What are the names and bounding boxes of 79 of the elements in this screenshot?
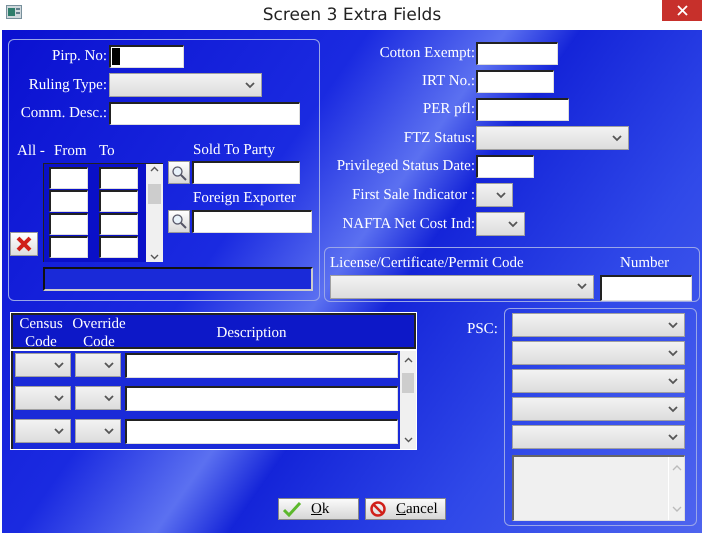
chevron-down-icon: [104, 428, 114, 434]
check-icon: [283, 501, 301, 517]
scrollbar-thumb[interactable]: [148, 184, 161, 204]
input-field[interactable]: [49, 166, 88, 188]
column-header: Override Code: [71, 315, 127, 347]
chevron-down-icon: [668, 406, 678, 412]
chevron-down-icon: [577, 283, 587, 290]
field-label: FTZ Status:: [402, 128, 476, 148]
scrollbar[interactable]: [146, 164, 163, 262]
field-label: Ruling Type:: [28, 76, 108, 95]
search-button[interactable]: [168, 161, 190, 184]
chevron-down-icon: [668, 350, 678, 356]
app-icon: [6, 5, 22, 19]
close-icon: [676, 5, 688, 16]
column-header: Census Code: [18, 315, 64, 347]
field-label: Privileged Status Date:: [336, 157, 476, 176]
field-label: Comm. Desc.:: [20, 104, 108, 124]
chevron-down-icon: [245, 82, 255, 88]
dropdown[interactable]: [330, 274, 594, 298]
chevron-down-icon: [668, 378, 678, 384]
chevron-down-icon: [54, 394, 64, 402]
dropdown[interactable]: [476, 183, 513, 207]
field-label: PER pfl:: [422, 100, 476, 120]
field-label: First Sale Indicator :: [351, 186, 476, 205]
cross-icon: [16, 236, 32, 252]
chevron-down-icon: [612, 134, 622, 142]
chevron-down-icon: [104, 362, 114, 368]
input-field[interactable]: [192, 161, 300, 184]
input-field[interactable]: [192, 210, 312, 232]
description-field[interactable]: [125, 386, 398, 411]
input-field[interactable]: [600, 274, 692, 300]
window-title: Screen 3 Extra Fields: [262, 4, 442, 27]
cancel-button[interactable]: Cancel: [365, 498, 446, 520]
chevron-down-icon: [54, 428, 64, 434]
field-label: Cotton Exempt:: [378, 44, 476, 64]
input-field[interactable]: [99, 190, 138, 212]
input-field[interactable]: [49, 190, 88, 212]
column-label: Number: [620, 254, 670, 273]
field-label: IRT No.:: [421, 72, 476, 92]
input-field[interactable]: [476, 70, 554, 93]
chevron-up-icon[interactable]: [150, 166, 159, 172]
input-field[interactable]: [99, 212, 138, 234]
chevron-down-icon: [496, 192, 506, 198]
scrollbar-thumb[interactable]: [402, 373, 414, 393]
delete-button[interactable]: [10, 232, 38, 256]
psc-label: PSC:: [467, 320, 499, 339]
chevron-down-icon[interactable]: [404, 437, 412, 443]
input-field[interactable]: [109, 45, 184, 68]
input-field[interactable]: [49, 212, 88, 234]
chevron-down-icon: [668, 434, 678, 440]
input-field[interactable]: [99, 166, 138, 188]
chevron-down-icon: [508, 220, 518, 228]
input-field[interactable]: [476, 155, 534, 178]
description-field[interactable]: [125, 353, 398, 378]
no-entry-icon: [370, 501, 386, 517]
column-label: To: [99, 142, 116, 161]
input-field[interactable]: [49, 236, 88, 258]
description-field[interactable]: [125, 419, 398, 444]
column-header: Description: [216, 324, 288, 343]
ok-button[interactable]: Ok: [278, 498, 359, 520]
input-field[interactable]: [476, 42, 558, 65]
chevron-down-icon: [54, 362, 64, 368]
column-label: From: [54, 142, 88, 161]
search-button[interactable]: [168, 210, 190, 232]
chevron-down-icon: [668, 322, 678, 328]
field-label: NAFTA Net Cost Ind:: [341, 214, 476, 234]
input-field[interactable]: [476, 98, 569, 121]
field-label: Foreign Exporter: [193, 189, 297, 208]
field-label: Sold To Party: [193, 140, 276, 160]
chevron-down-icon[interactable]: [150, 254, 159, 260]
column-label: All -: [17, 142, 46, 161]
scrollbar[interactable]: [400, 351, 416, 449]
column-label: License/Certificate/Permit Code: [330, 254, 525, 273]
close-button[interactable]: [662, 0, 702, 21]
field-label: Pirp. No:: [50, 47, 108, 66]
chevron-down-icon: [104, 394, 114, 402]
input-field[interactable]: [109, 102, 300, 125]
input-field[interactable]: [99, 236, 138, 258]
chevron-up-icon[interactable]: [404, 357, 412, 363]
